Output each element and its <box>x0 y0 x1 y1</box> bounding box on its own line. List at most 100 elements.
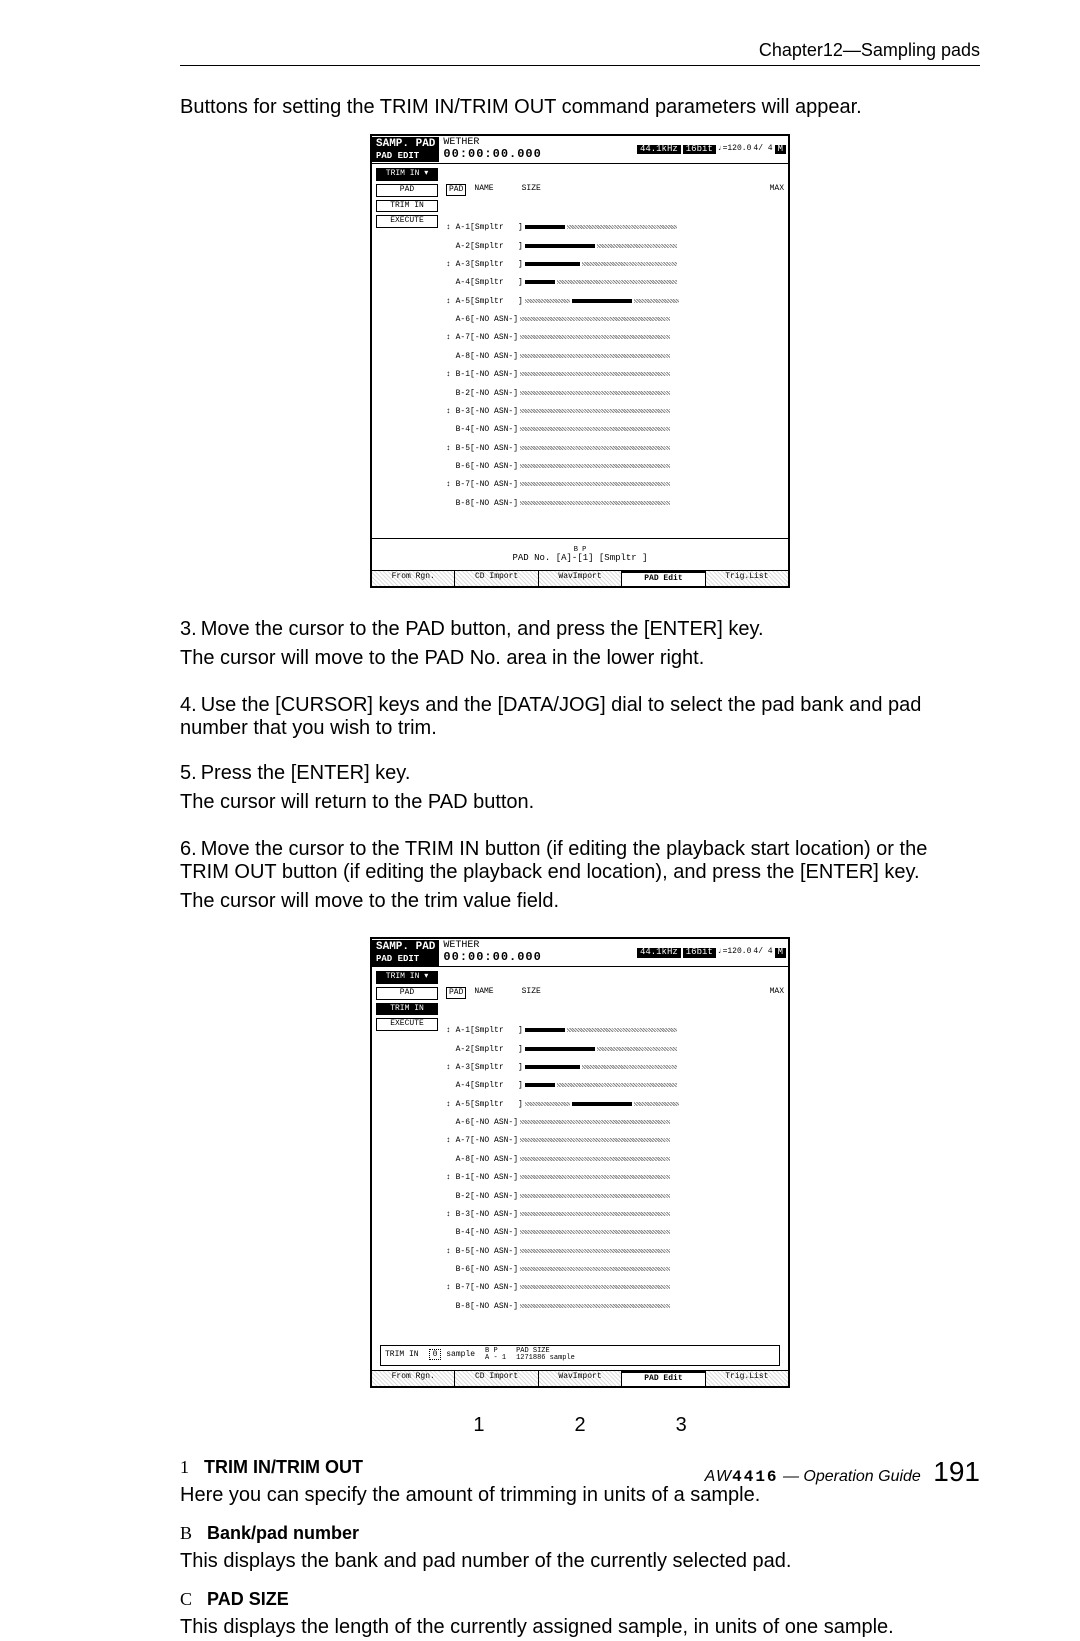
step-body: The cursor will return to the PAD button… <box>180 789 980 816</box>
brand-logo: AW <box>705 1468 732 1485</box>
pad-list: PAD NAME SIZE MAX ↕ A-1[Smpltr ] A-2[Smp… <box>442 164 788 538</box>
pad-button[interactable]: PAD <box>376 987 438 1000</box>
callout-3: 3 <box>676 1414 687 1437</box>
trim-in-button[interactable]: TRIM IN <box>376 200 438 213</box>
step-3: 3. Move the cursor to the PAD button, an… <box>180 618 980 672</box>
tab-wav-import[interactable]: WavImport <box>539 571 622 586</box>
pad-list-rows: ↕ A-1[Smpltr ] A-2[Smpltr ] ↕ A-3[Smpltr… <box>446 214 784 517</box>
page-number: 191 <box>933 1456 980 1487</box>
chapter-header: Chapter12—Sampling pads <box>180 40 980 66</box>
trim-in-dropdown[interactable]: TRIM IN ▾ <box>376 971 438 984</box>
lcd-screenshot-2: SAMP. PAD PAD EDIT WETHER 00:00:00.000 4… <box>370 937 790 1388</box>
pad-no-text[interactable]: PAD No. [A]-[1] [Smpltr ] <box>512 553 647 563</box>
tab-from-rgn[interactable]: From Rgn. <box>372 1371 455 1386</box>
lcd-bottom-padno: B P PAD No. [A]-[1] [Smpltr ] <box>372 538 788 571</box>
lcd-tabs: From Rgn. CD Import WavImport PAD Edit T… <box>372 570 788 586</box>
step-body: The cursor will move to the PAD No. area… <box>180 645 980 672</box>
time-counter: 00:00:00.000 <box>443 147 541 161</box>
time-counter: 00:00:00.000 <box>443 950 541 964</box>
col-max: MAX <box>770 184 784 195</box>
lcd-tabs: From Rgn. CD Import WavImport PAD Edit T… <box>372 1370 788 1386</box>
pad-size-value: 1271886 sample <box>516 1354 575 1362</box>
bit-depth-badge: 16bit <box>683 145 716 155</box>
col-size: SIZE <box>522 184 541 195</box>
lcd-left-buttons: TRIM IN ▾ PAD TRIM IN EXECUTE <box>372 967 442 1341</box>
tab-cd-import[interactable]: CD Import <box>455 571 538 586</box>
step-heading: Move the cursor to the PAD button, and p… <box>201 618 764 640</box>
trim-in-label: TRIM IN <box>385 1351 419 1360</box>
col-size: SIZE <box>522 987 541 998</box>
m-icon: M <box>775 948 786 958</box>
lcd-left-buttons: TRIM IN ▾ PAD TRIM IN EXECUTE <box>372 164 442 538</box>
model-number: 4416 <box>732 1468 778 1486</box>
tab-cd-import[interactable]: CD Import <box>455 1371 538 1386</box>
pad-button[interactable]: PAD <box>376 184 438 197</box>
lcd-top-bar: SAMP. PAD PAD EDIT WETHER 00:00:00.000 4… <box>372 939 788 967</box>
section-marker: 1 <box>180 1457 189 1477</box>
tab-pad-edit[interactable]: PAD Edit <box>622 571 705 586</box>
section-2-desc: This displays the bank and pad number of… <box>180 1548 980 1575</box>
section-2-label: B Bank/pad number <box>180 1523 980 1544</box>
col-max: MAX <box>770 987 784 998</box>
section-3-desc: This displays the length of the currentl… <box>180 1614 980 1641</box>
screen-title-1: SAMP. PAD <box>372 940 439 954</box>
trim-in-button-selected[interactable]: TRIM IN <box>376 1003 438 1016</box>
callout-numbers: 1 2 3 <box>180 1414 980 1437</box>
tab-trig-list[interactable]: Trig.List <box>706 1371 788 1386</box>
sample-rate-badge: 44.1kHz <box>637 145 681 155</box>
meter-text: 4/ 4 <box>753 145 772 154</box>
section-3-label: C PAD SIZE <box>180 1589 980 1610</box>
section-title: PAD SIZE <box>207 1589 289 1609</box>
screen-title-2: PAD EDIT <box>372 151 439 163</box>
step-number: 5. <box>180 762 197 784</box>
bit-depth-badge: 16bit <box>683 948 716 958</box>
section-marker: B <box>180 1523 192 1543</box>
bank-pad-value: A - 1 <box>485 1354 506 1362</box>
step-body: The cursor will move to the trim value f… <box>180 888 980 915</box>
trim-value-field[interactable]: 0 <box>429 1349 442 1360</box>
step-heading: Press the [ENTER] key. <box>201 762 411 784</box>
section-marker: C <box>180 1589 192 1609</box>
execute-button[interactable]: EXECUTE <box>376 1018 438 1031</box>
tab-wav-import[interactable]: WavImport <box>539 1371 622 1386</box>
col-name: NAME <box>474 184 493 195</box>
page-footer: AW4416 — Operation Guide 191 <box>705 1456 980 1488</box>
step-number: 3. <box>180 618 197 640</box>
callout-1: 1 <box>473 1414 484 1437</box>
tab-trig-list[interactable]: Trig.List <box>706 571 788 586</box>
step-5: 5. Press the [ENTER] key. The cursor wil… <box>180 762 980 816</box>
col-name: NAME <box>474 987 493 998</box>
screen-title-2: PAD EDIT <box>372 954 439 966</box>
trim-in-dropdown[interactable]: TRIM IN ▾ <box>376 168 438 181</box>
pad-list-rows: ↕ A-1[Smpltr ] A-2[Smpltr ] ↕ A-3[Smpltr… <box>446 1017 784 1320</box>
section-title: TRIM IN/TRIM OUT <box>204 1457 363 1477</box>
lcd-top-right: 44.1kHz 16bit ♩=120.0 4/ 4 M <box>637 145 788 155</box>
step-number: 4. <box>180 694 197 716</box>
lcd-top-mid: WETHER 00:00:00.000 <box>439 137 637 161</box>
trim-unit: sample <box>446 1350 475 1359</box>
trim-value-row: TRIM IN 0 sample B PA - 1 PAD SIZE127188… <box>380 1345 780 1366</box>
sample-rate-badge: 44.1kHz <box>637 948 681 958</box>
step-heading: Move the cursor to the TRIM IN button (i… <box>180 838 927 883</box>
step-heading: Use the [CURSOR] keys and the [DATA/JOG]… <box>180 694 921 739</box>
tempo-text: ♩=120.0 <box>718 948 752 957</box>
step-number: 6. <box>180 838 197 860</box>
tab-pad-edit[interactable]: PAD Edit <box>622 1371 705 1386</box>
callout-2: 2 <box>574 1414 585 1437</box>
section-title: Bank/pad number <box>207 1523 359 1543</box>
pad-list: PAD NAME SIZE MAX ↕ A-1[Smpltr ] A-2[Smp… <box>442 967 788 1341</box>
col-pad: PAD <box>446 184 466 195</box>
execute-button[interactable]: EXECUTE <box>376 215 438 228</box>
meter-text: 4/ 4 <box>753 948 772 957</box>
col-pad: PAD <box>446 987 466 998</box>
step-list: 3. Move the cursor to the PAD button, an… <box>180 618 980 915</box>
lcd-top-right: 44.1kHz 16bit ♩=120.0 4/ 4 M <box>637 948 788 958</box>
step-4: 4. Use the [CURSOR] keys and the [DATA/J… <box>180 694 980 740</box>
lcd-top-bar: SAMP. PAD PAD EDIT WETHER 00:00:00.000 4… <box>372 136 788 164</box>
step-6: 6. Move the cursor to the TRIM IN button… <box>180 838 980 915</box>
m-icon: M <box>775 145 786 155</box>
tab-from-rgn[interactable]: From Rgn. <box>372 571 455 586</box>
tempo-text: ♩=120.0 <box>718 145 752 154</box>
lcd-screenshot-1: SAMP. PAD PAD EDIT WETHER 00:00:00.000 4… <box>370 134 790 588</box>
guide-label: — Operation Guide <box>783 1468 921 1485</box>
